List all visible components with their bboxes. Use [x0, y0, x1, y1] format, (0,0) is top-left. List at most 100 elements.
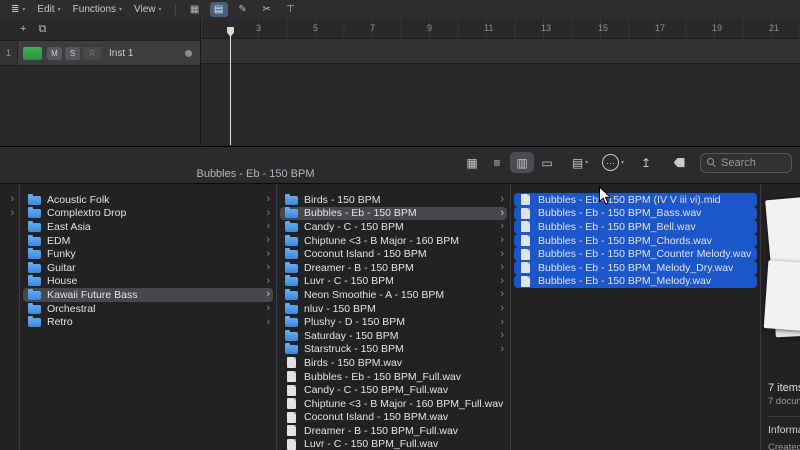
- file-row[interactable]: Bubbles - Eb - 150 BPM_Melody.wav: [514, 275, 757, 289]
- file-row[interactable]: Coconut Island - 150 BPM.wav: [280, 411, 507, 425]
- mute-button[interactable]: M: [47, 47, 62, 60]
- folder-row[interactable]: Candy - C - 150 BPM›: [280, 220, 507, 234]
- pencil-tool-icon[interactable]: ✎: [234, 2, 252, 17]
- file-row[interactable]: Bubbles - Eb - 150 BPM_Full.wav: [280, 370, 507, 384]
- item-label: Plushy - D - 150 BPM: [304, 316, 496, 328]
- item-label: Luvr - C - 150 BPM: [304, 275, 496, 287]
- chevron-right-icon: ›: [500, 235, 504, 246]
- file-row[interactable]: Bubbles - Eb - 150 BPM_Bass.wav: [514, 207, 757, 221]
- mouse-cursor: [598, 186, 612, 206]
- folder-row[interactable]: nluv - 150 BPM›: [280, 302, 507, 316]
- folder-row[interactable]: Coconut Island - 150 BPM›: [280, 247, 507, 261]
- folder-icon: [285, 209, 298, 218]
- item-label: Retro: [47, 316, 262, 328]
- folder-row[interactable]: Birds - 150 BPM›: [280, 193, 507, 207]
- icon-view-button[interactable]: ▦: [460, 152, 484, 173]
- item-label: Chiptune <3 - B Major - 160 BPM_Full.wav: [304, 398, 504, 410]
- folder-row[interactable]: Complextro Drop›: [23, 207, 273, 221]
- folder-row[interactable]: Luvr - C - 150 BPM›: [280, 275, 507, 289]
- folder-row[interactable]: Kawaii Future Bass›: [23, 288, 273, 302]
- folder-row[interactable]: Dreamer - B - 150 BPM›: [280, 261, 507, 275]
- folder-row[interactable]: Bubbles - Eb - 150 BPM›: [280, 207, 507, 221]
- clipped-parent-column: ››: [0, 184, 20, 450]
- folder-icon: [28, 209, 41, 218]
- file-row[interactable]: Bubbles - Eb - 150 BPM_Melody_Dry.wav: [514, 261, 757, 275]
- folder-row[interactable]: EDM›: [23, 234, 273, 248]
- editor-menu-button[interactable]: ≣ ▾: [8, 4, 28, 15]
- daw-editor: ≣ ▾ Edit ▾ Functions ▾ View ▾ ▦ ▤ ✎ ✂ ⊤: [0, 0, 800, 147]
- share-button[interactable]: ↥: [634, 152, 658, 173]
- file-icon: [521, 235, 530, 246]
- folder-row[interactable]: Acoustic Folk›: [23, 193, 273, 207]
- scissors-tool-icon[interactable]: ✂: [258, 2, 276, 17]
- folder-row[interactable]: East Asia›: [23, 220, 273, 234]
- folder-row[interactable]: Neon Smoothie - A - 150 BPM›: [280, 288, 507, 302]
- menu-edit[interactable]: Edit ▾: [34, 4, 63, 15]
- chevron-right-icon: ›: [500, 317, 504, 328]
- item-label: Coconut Island - 150 BPM.wav: [304, 411, 504, 423]
- file-row[interactable]: Chiptune <3 - B Major - 160 BPM_Full.wav: [280, 397, 507, 411]
- file-row[interactable]: Luvr - C - 150 BPM_Full.wav: [280, 438, 507, 450]
- record-enable-button[interactable]: R: [83, 47, 101, 60]
- add-track-button[interactable]: +: [20, 24, 26, 35]
- folder-row[interactable]: Orchestral›: [23, 302, 273, 316]
- preview-info: 7 items 7 docum Informa Created Modified: [768, 382, 800, 450]
- folder-row[interactable]: Chiptune <3 - B Major - 160 BPM›: [280, 234, 507, 248]
- share-icon: ↥: [641, 156, 651, 170]
- duplicate-track-button[interactable]: ⧉: [38, 24, 46, 35]
- list-view-button[interactable]: ≡: [485, 152, 509, 173]
- column-view-button[interactable]: ▥: [510, 152, 534, 173]
- playhead[interactable]: [230, 27, 231, 145]
- track-number: 1: [0, 41, 18, 65]
- group-by-button[interactable]: ▤ ▾: [568, 152, 592, 173]
- timeline-area: 3579111315171921: [201, 19, 800, 146]
- file-row[interactable]: Birds - 150 BPM.wav: [280, 356, 507, 370]
- bar-number: 19: [712, 23, 722, 33]
- track-header[interactable]: 1 M S R Inst 1: [0, 41, 200, 66]
- file-row[interactable]: Bubbles - Eb - 150 BPM_Chords.wav: [514, 234, 757, 248]
- folder-row[interactable]: Guitar›: [23, 261, 273, 275]
- velocity-tool-icon[interactable]: ⊤: [282, 2, 300, 17]
- daw-menubar: ≣ ▾ Edit ▾ Functions ▾ View ▾ ▦ ▤ ✎ ✂ ⊤: [0, 0, 800, 20]
- file-row[interactable]: Candy - C - 150 BPM_Full.wav: [280, 383, 507, 397]
- file-icon: [287, 425, 296, 436]
- file-row[interactable]: Bubbles - Eb - 150 BPM_Counter Melody.wa…: [514, 247, 757, 261]
- chevron-right-icon: ›: [500, 208, 504, 219]
- catch-playhead-icon[interactable]: ▤: [210, 2, 228, 17]
- bar-ruler[interactable]: 3579111315171921: [201, 19, 800, 39]
- folder-row[interactable]: House›: [23, 275, 273, 289]
- search-field[interactable]: [700, 153, 792, 173]
- item-label: Funky: [47, 248, 262, 260]
- folder-icon: [28, 318, 41, 327]
- folder-row[interactable]: Saturday - 150 BPM›: [280, 329, 507, 343]
- search-icon: [707, 158, 716, 167]
- chevron-right-icon: ›: [266, 249, 270, 260]
- menu-functions-label: Functions: [73, 4, 116, 15]
- file-row[interactable]: Dreamer - B - 150 BPM_Full.wav: [280, 424, 507, 438]
- gallery-view-button[interactable]: ▭: [535, 152, 559, 173]
- file-row[interactable]: Bubbles - Eb - 150 BPM (IV V iii vi).mid: [514, 193, 757, 207]
- tag-button[interactable]: [667, 152, 691, 173]
- folder-row[interactable]: Starstruck - 150 BPM›: [280, 343, 507, 357]
- document-thumbnail: [764, 260, 800, 332]
- track-icon[interactable]: [23, 47, 42, 60]
- file-row[interactable]: Bubbles - Eb - 150 BPM_Bell.wav: [514, 220, 757, 234]
- solo-button[interactable]: S: [65, 47, 80, 60]
- search-input[interactable]: [721, 157, 785, 169]
- preview-column: 7 items 7 docum Informa Created Modified: [761, 184, 800, 450]
- menu-view[interactable]: View ▾: [131, 4, 165, 15]
- preview-thumbnails: [766, 198, 800, 348]
- more-options-button[interactable]: ⋯ ▾: [601, 152, 625, 173]
- grid-mode-icon[interactable]: ▦: [186, 2, 204, 17]
- clipped-column-row: ›: [3, 193, 16, 207]
- folder-row[interactable]: Funky ›: [23, 247, 273, 261]
- window-title: Bubbles - Eb - 150 BPM: [168, 168, 343, 180]
- bar-number: 21: [769, 23, 779, 33]
- menu-functions[interactable]: Functions ▾: [70, 4, 125, 15]
- item-label: Guitar: [47, 262, 262, 274]
- item-label: Dreamer - B - 150 BPM_Full.wav: [304, 425, 504, 437]
- file-icon: [521, 208, 530, 219]
- folder-row[interactable]: Plushy - D - 150 BPM ›: [280, 315, 507, 329]
- file-icon: [287, 439, 296, 450]
- folder-row[interactable]: Retro›: [23, 315, 273, 329]
